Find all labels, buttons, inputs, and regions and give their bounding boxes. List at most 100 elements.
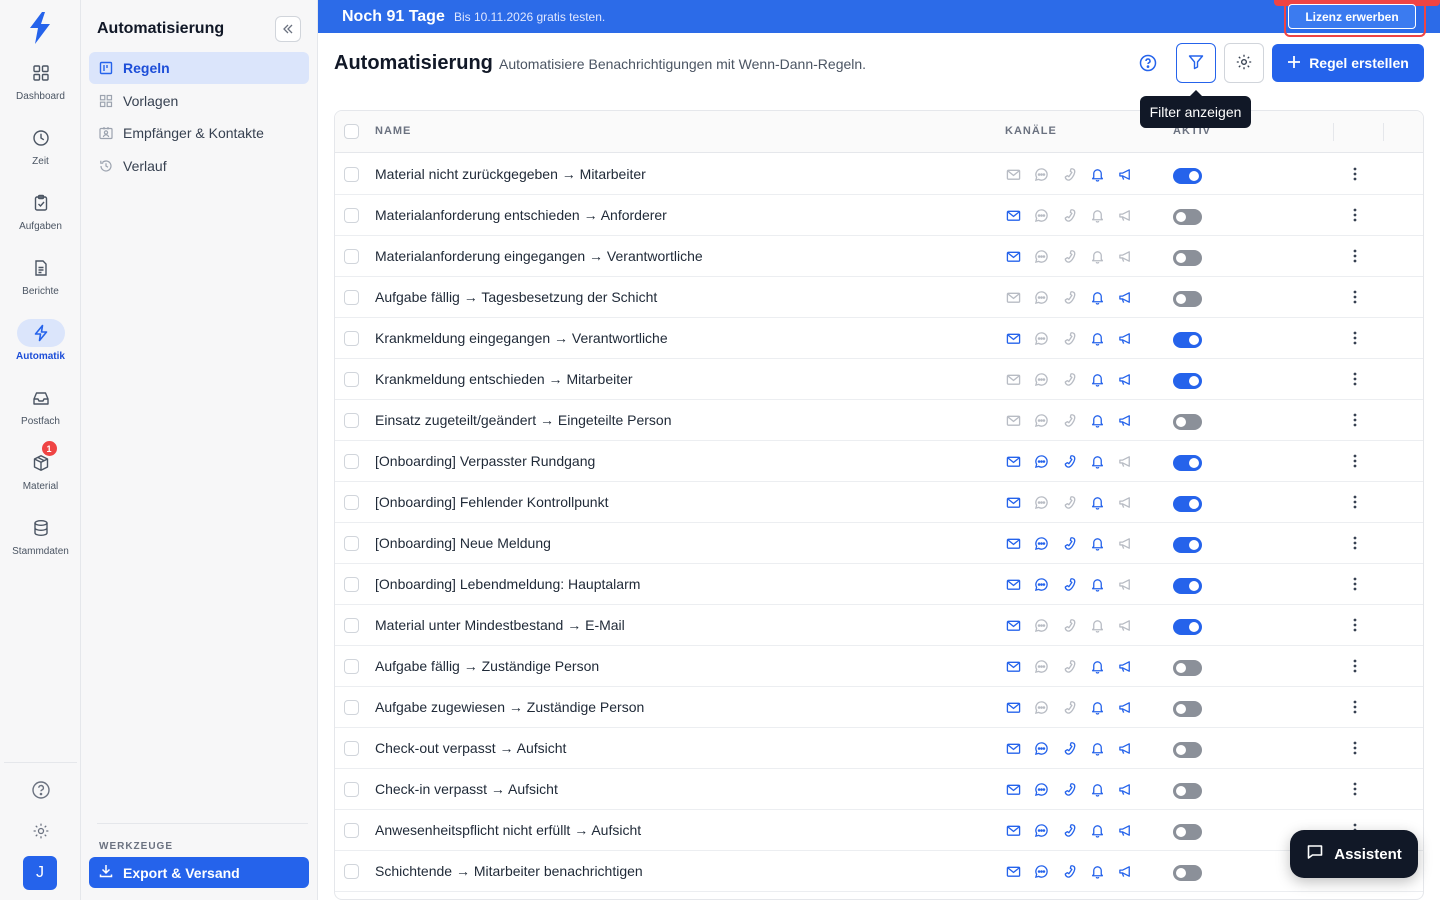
- table-row[interactable]: Anwesenheitspflicht nicht erfüllt → Aufs…: [335, 810, 1423, 851]
- chat-icon[interactable]: [1033, 535, 1049, 551]
- table-row[interactable]: Aufgabe fällig → Tagesbesetzung der Schi…: [335, 277, 1423, 318]
- row-checkbox[interactable]: [344, 331, 359, 346]
- filter-button[interactable]: [1176, 43, 1216, 83]
- sidebar-item-1[interactable]: Vorlagen: [89, 85, 309, 117]
- row-checkbox[interactable]: [344, 372, 359, 387]
- megaphone-icon[interactable]: [1117, 535, 1133, 551]
- mail-icon[interactable]: [1005, 576, 1021, 592]
- row-checkbox[interactable]: [344, 454, 359, 469]
- mail-icon[interactable]: [1005, 863, 1021, 879]
- active-toggle[interactable]: [1173, 291, 1202, 307]
- phone-icon[interactable]: [1061, 617, 1077, 633]
- table-row[interactable]: Check-out verpasst → Aufsicht: [335, 728, 1423, 769]
- active-toggle[interactable]: [1173, 701, 1202, 717]
- phone-icon[interactable]: [1061, 494, 1077, 510]
- row-checkbox[interactable]: [344, 823, 359, 838]
- column-header-name[interactable]: NAME: [375, 125, 411, 137]
- megaphone-icon[interactable]: [1117, 658, 1133, 674]
- rule-name[interactable]: Aufgabe fällig → Tagesbesetzung der Schi…: [375, 289, 657, 305]
- mail-icon[interactable]: [1005, 617, 1021, 633]
- chat-icon[interactable]: [1033, 740, 1049, 756]
- chat-icon[interactable]: [1033, 289, 1049, 305]
- mail-icon[interactable]: [1005, 166, 1021, 182]
- mail-icon[interactable]: [1005, 699, 1021, 715]
- megaphone-icon[interactable]: [1117, 863, 1133, 879]
- sidebar-item-3[interactable]: Verlauf: [89, 150, 309, 182]
- user-avatar[interactable]: J: [23, 856, 57, 890]
- megaphone-icon[interactable]: [1117, 494, 1133, 510]
- megaphone-icon[interactable]: [1117, 576, 1133, 592]
- row-checkbox[interactable]: [344, 577, 359, 592]
- megaphone-icon[interactable]: [1117, 781, 1133, 797]
- megaphone-icon[interactable]: [1117, 289, 1133, 305]
- mail-icon[interactable]: [1005, 740, 1021, 756]
- chat-icon[interactable]: [1033, 412, 1049, 428]
- row-checkbox[interactable]: [344, 208, 359, 223]
- mail-icon[interactable]: [1005, 494, 1021, 510]
- bell-icon[interactable]: [1089, 781, 1105, 797]
- chat-icon[interactable]: [1033, 330, 1049, 346]
- bell-icon[interactable]: [1089, 699, 1105, 715]
- bell-icon[interactable]: [1089, 658, 1105, 674]
- settings-icon[interactable]: [0, 822, 81, 840]
- phone-icon[interactable]: [1061, 453, 1077, 469]
- rail-item-material[interactable]: 1 Material: [0, 441, 81, 505]
- rule-name[interactable]: Material unter Mindestbestand → E-Mail: [375, 617, 625, 633]
- row-checkbox[interactable]: [344, 782, 359, 797]
- phone-icon[interactable]: [1061, 863, 1077, 879]
- active-toggle[interactable]: [1173, 824, 1202, 840]
- active-toggle[interactable]: [1173, 414, 1202, 430]
- rule-name[interactable]: [Onboarding] Verpasster Rundgang: [375, 453, 595, 469]
- bell-icon[interactable]: [1089, 248, 1105, 264]
- bell-icon[interactable]: [1089, 822, 1105, 838]
- buy-license-button[interactable]: Lizenz erwerben: [1288, 4, 1416, 29]
- chat-icon[interactable]: [1033, 822, 1049, 838]
- active-toggle[interactable]: [1173, 250, 1202, 266]
- row-checkbox[interactable]: [344, 741, 359, 756]
- row-checkbox[interactable]: [344, 659, 359, 674]
- rule-name[interactable]: Einsatz zugeteilt/geändert → Eingeteilte…: [375, 412, 672, 428]
- phone-icon[interactable]: [1061, 535, 1077, 551]
- megaphone-icon[interactable]: [1117, 166, 1133, 182]
- more-options-icon[interactable]: [1346, 411, 1364, 429]
- mail-icon[interactable]: [1005, 781, 1021, 797]
- bell-icon[interactable]: [1089, 166, 1105, 182]
- bell-icon[interactable]: [1089, 207, 1105, 223]
- table-row[interactable]: [Onboarding] Lebendmeldung: Hauptalarm: [335, 564, 1423, 605]
- mail-icon[interactable]: [1005, 658, 1021, 674]
- rule-name[interactable]: Krankmeldung eingegangen → Verantwortlic…: [375, 330, 668, 346]
- mail-icon[interactable]: [1005, 207, 1021, 223]
- more-options-icon[interactable]: [1346, 698, 1364, 716]
- table-row[interactable]: [Onboarding] Verpasster Rundgang: [335, 441, 1423, 482]
- phone-icon[interactable]: [1061, 699, 1077, 715]
- more-options-icon[interactable]: [1346, 575, 1364, 593]
- rule-name[interactable]: Aufgabe zugewiesen → Zuständige Person: [375, 699, 644, 715]
- phone-icon[interactable]: [1061, 412, 1077, 428]
- bell-icon[interactable]: [1089, 371, 1105, 387]
- create-rule-button[interactable]: Regel erstellen: [1272, 44, 1424, 82]
- rail-item-aufgaben[interactable]: Aufgaben: [0, 189, 81, 245]
- chat-icon[interactable]: [1033, 863, 1049, 879]
- megaphone-icon[interactable]: [1117, 453, 1133, 469]
- megaphone-icon[interactable]: [1117, 371, 1133, 387]
- phone-icon[interactable]: [1061, 781, 1077, 797]
- table-row[interactable]: [Onboarding] Fehlender Kontrollpunkt: [335, 482, 1423, 523]
- sidebar-item-2[interactable]: Empfänger & Kontakte: [89, 117, 309, 149]
- rail-item-postfach[interactable]: Postfach: [0, 384, 81, 440]
- more-options-icon[interactable]: [1346, 452, 1364, 470]
- rail-item-zeit[interactable]: Zeit: [0, 124, 81, 180]
- row-checkbox[interactable]: [344, 864, 359, 879]
- table-row[interactable]: [Onboarding] Neue Meldung: [335, 523, 1423, 564]
- bell-icon[interactable]: [1089, 863, 1105, 879]
- rule-name[interactable]: [Onboarding] Lebendmeldung: Hauptalarm: [375, 576, 640, 592]
- megaphone-icon[interactable]: [1117, 822, 1133, 838]
- bell-icon[interactable]: [1089, 412, 1105, 428]
- table-row[interactable]: Aufgabe fällig → Zuständige Person: [335, 646, 1423, 687]
- more-options-icon[interactable]: [1346, 493, 1364, 511]
- active-toggle[interactable]: [1173, 455, 1202, 471]
- rule-name[interactable]: Check-out verpasst → Aufsicht: [375, 740, 566, 756]
- more-options-icon[interactable]: [1346, 780, 1364, 798]
- chat-icon[interactable]: [1033, 576, 1049, 592]
- more-options-icon[interactable]: [1346, 616, 1364, 634]
- phone-icon[interactable]: [1061, 289, 1077, 305]
